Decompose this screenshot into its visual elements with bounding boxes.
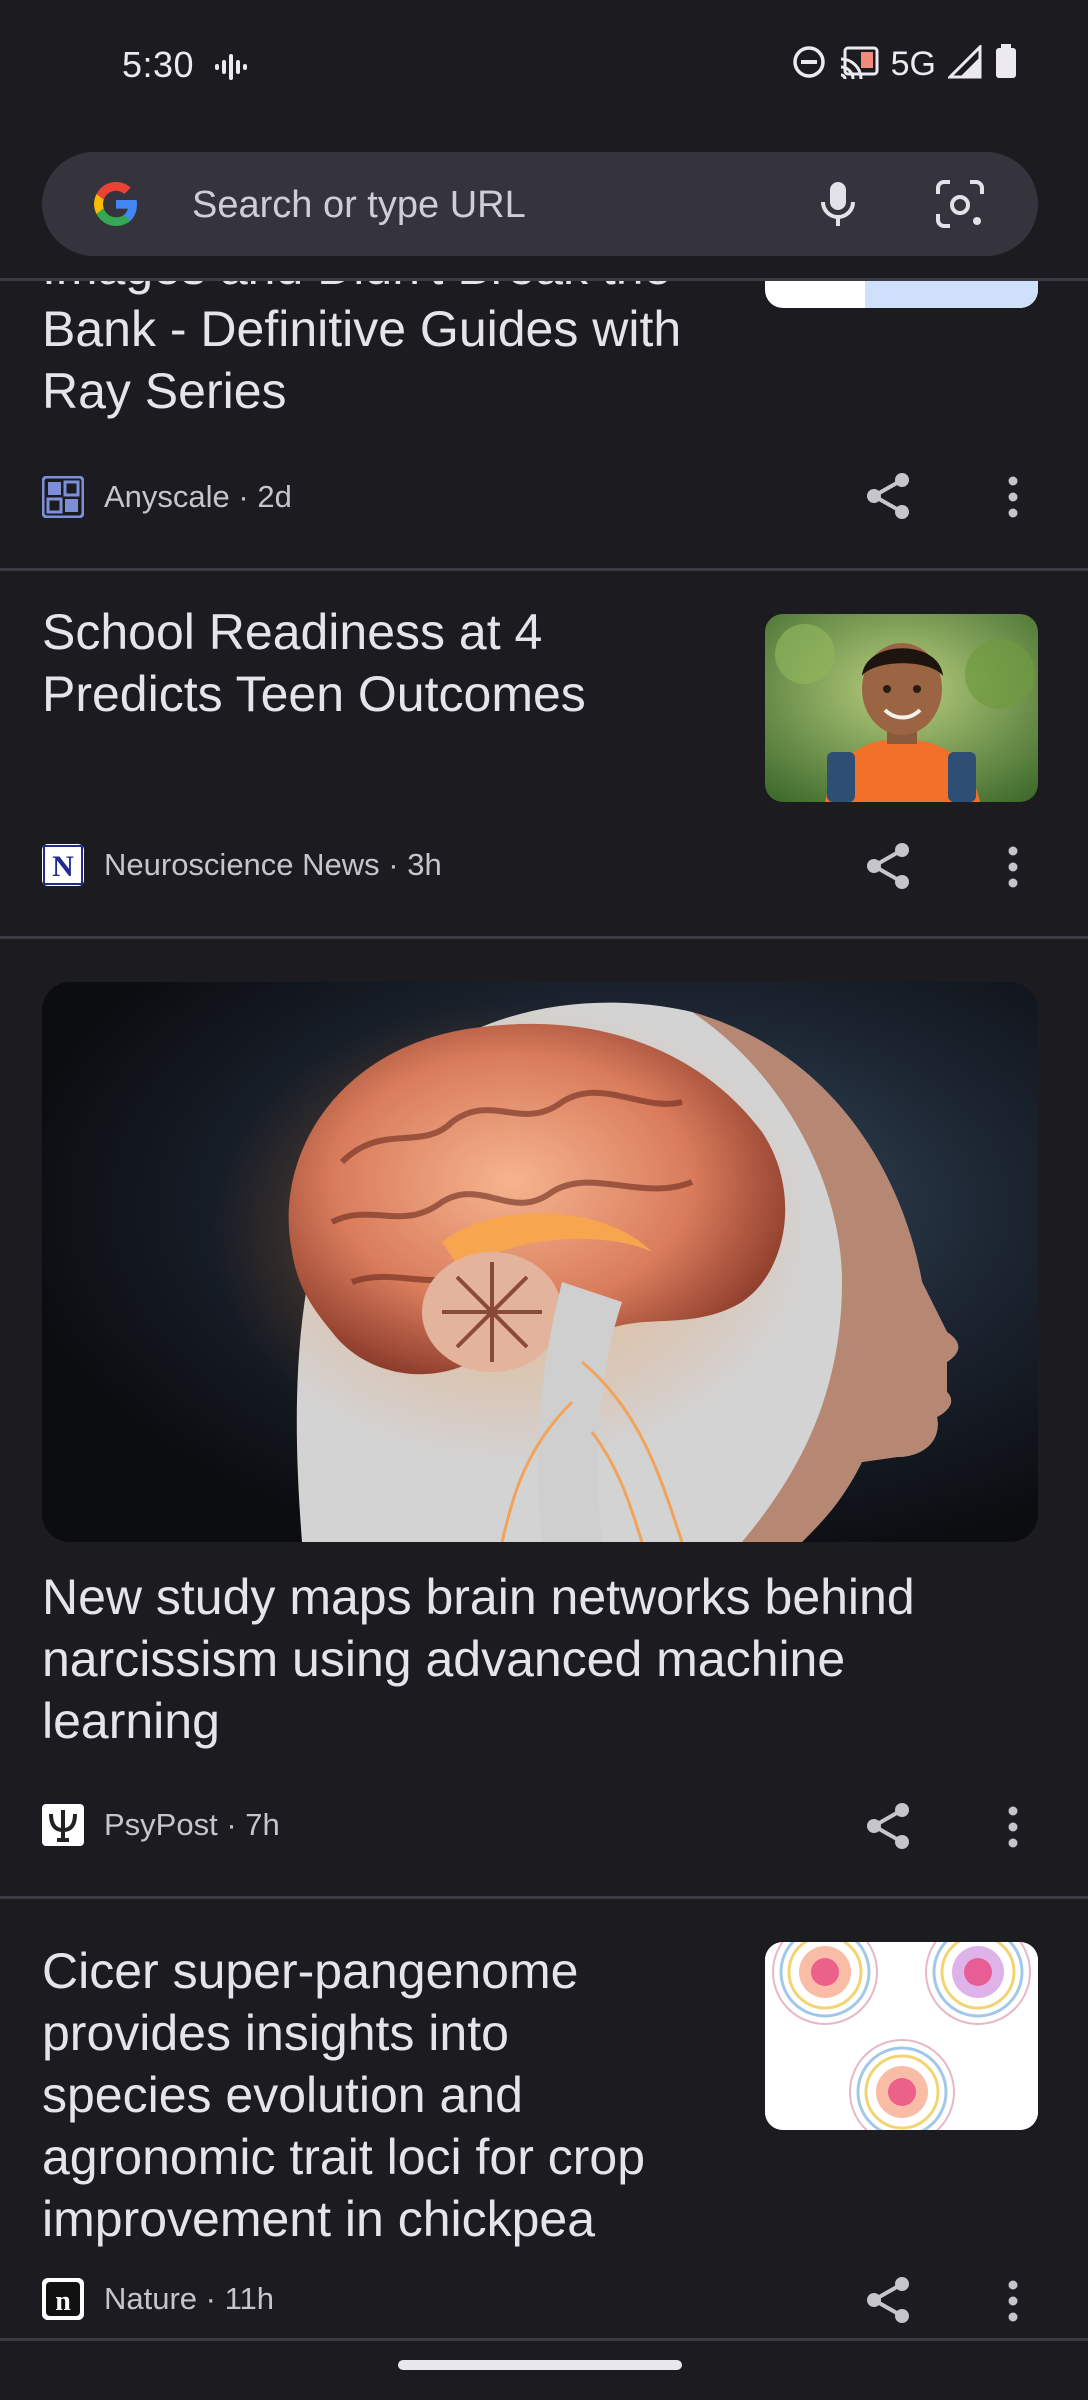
more-options-icon[interactable]: [998, 474, 1028, 525]
share-icon[interactable]: [864, 1800, 912, 1857]
svg-text:N: N: [52, 850, 74, 883]
article-meta: n Nature · 11h: [42, 2278, 274, 2320]
psypost-logo: [42, 1804, 84, 1846]
vibrate-icon: [214, 52, 248, 87]
more-options-icon[interactable]: [998, 2278, 1028, 2329]
more-options-icon[interactable]: [998, 1804, 1028, 1855]
divider: [0, 1896, 1088, 1899]
status-time: 5:30: [122, 44, 195, 85]
share-icon[interactable]: [864, 470, 912, 527]
more-options-icon[interactable]: [998, 844, 1028, 895]
do-not-disturb-icon: [791, 44, 827, 85]
article-title: New study maps brain networks behind nar…: [42, 1569, 915, 1749]
article-source: Anyscale · 2d: [104, 479, 292, 514]
network-label: 5G: [890, 45, 936, 83]
lens-icon[interactable]: [932, 176, 988, 237]
article-meta: Anyscale · 2d: [42, 476, 292, 518]
mic-icon[interactable]: [810, 176, 866, 237]
status-bar: 5:30 5G: [0, 0, 1088, 132]
anyscale-logo: [42, 476, 84, 518]
navigation-bar: [0, 2338, 1088, 2400]
article-title-school: School Readiness at 4 Predicts Teen Outc…: [42, 604, 586, 722]
article-title: Images and Didn't Break the Bank - Defin…: [42, 278, 682, 419]
article-title: Cicer super-pangenome provides insights …: [42, 1943, 646, 2247]
news-feed[interactable]: Images and Didn't Break the Bank - Defin…: [0, 278, 1088, 2338]
home-gesture-handle[interactable]: [398, 2360, 682, 2370]
svg-text:n: n: [55, 2286, 71, 2317]
share-icon[interactable]: [864, 840, 912, 897]
cast-icon: [839, 45, 879, 84]
article-thumbnail: [765, 614, 1038, 802]
battery-icon: [994, 44, 1018, 85]
signal-icon: [946, 43, 982, 84]
article-source: PsyPost · 7h: [104, 1807, 280, 1842]
article-meta: N Neuroscience News · 3h: [42, 844, 442, 886]
nature-logo: n: [42, 2278, 84, 2320]
share-icon[interactable]: [864, 2274, 912, 2331]
divider: [0, 936, 1088, 939]
search-input[interactable]: [190, 178, 814, 232]
article-meta: PsyPost · 7h: [42, 1804, 280, 1846]
article-thumbnail: [765, 1942, 1038, 2130]
search-bar[interactable]: [42, 152, 1038, 256]
google-logo: [90, 178, 142, 235]
article-card[interactable]: Images and Didn't Break the Bank - Defin…: [0, 278, 1088, 568]
article-source: Neuroscience News · 3h: [104, 847, 442, 882]
divider: [0, 278, 1088, 281]
article-source: Nature · 11h: [104, 2281, 275, 2316]
article-hero-image[interactable]: [42, 982, 1038, 1542]
article-thumbnail: [765, 278, 1038, 308]
neuroscience-news-logo: N: [42, 844, 84, 886]
